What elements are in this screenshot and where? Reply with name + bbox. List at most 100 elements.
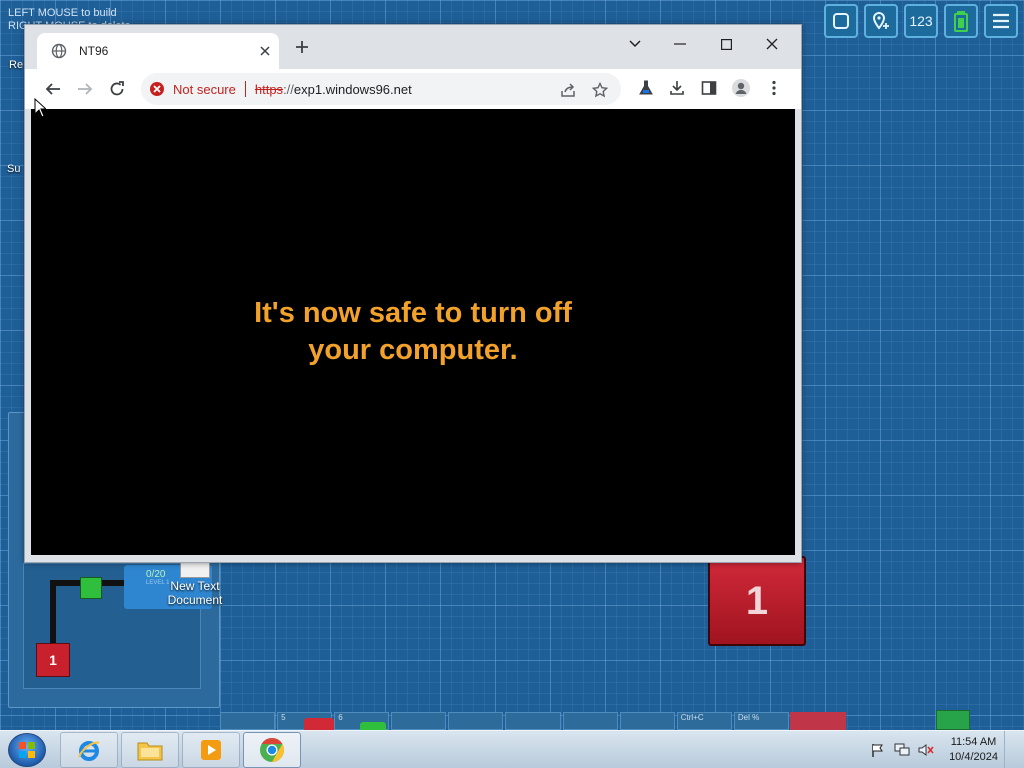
big-output-block-label: 1 [745, 578, 769, 623]
url-host: exp1.windows96.net [293, 81, 412, 97]
new-text-document-label[interactable]: New Text Document [162, 579, 228, 607]
tab-search-button[interactable] [620, 31, 650, 57]
side-panel-icon [701, 81, 717, 95]
volume-muted-icon [918, 744, 934, 756]
avatar-icon [732, 79, 750, 97]
small-output-block-label: 1 [49, 652, 57, 668]
flask-icon [639, 80, 653, 95]
battery-icon [954, 11, 968, 32]
flag-icon [872, 744, 883, 757]
network-button[interactable] [893, 741, 911, 759]
desktop-icon-label-support[interactable]: Su [7, 163, 20, 175]
maximize-icon [720, 38, 732, 50]
browser-menu-button[interactable] [763, 77, 785, 99]
desktop-icon-label-recycle[interactable]: Re [9, 59, 23, 71]
error-icon[interactable] [149, 81, 165, 97]
component-slot[interactable] [505, 712, 561, 730]
url-text[interactable]: https://exp1.windows96.net [255, 82, 412, 97]
taskbar-media-player[interactable] [182, 732, 240, 768]
plus-icon [296, 41, 308, 53]
small-output-block[interactable]: 1 [36, 643, 70, 677]
omnibox-divider [244, 81, 246, 97]
wire-vertical [50, 580, 56, 644]
kebab-menu-icon [772, 80, 776, 96]
component-slot[interactable] [391, 712, 447, 730]
shutdown-message-line-2: your computer. [308, 334, 518, 366]
url-scheme: https [254, 81, 284, 97]
downloads-button[interactable] [666, 77, 688, 99]
start-button[interactable] [8, 733, 46, 767]
action-center-button[interactable] [869, 741, 887, 759]
share-button[interactable] [559, 81, 577, 99]
taskbar-internet-explorer[interactable] [60, 732, 118, 768]
share-icon [561, 83, 575, 97]
close-window-button[interactable] [757, 31, 787, 57]
shutdown-message: It's now safe to turn off your computer. [223, 295, 603, 369]
mouse-cursor-icon [34, 98, 46, 118]
address-bar[interactable]: Not secure https://exp1.windows96.net [141, 73, 621, 105]
counter-tool-button[interactable]: 123 [904, 4, 938, 38]
browser-toolbar: Not secure https://exp1.windows96.net [25, 69, 801, 109]
close-tab-button[interactable] [257, 43, 273, 59]
reload-icon [110, 81, 124, 96]
download-icon [670, 81, 684, 95]
tab-title: NT96 [79, 44, 109, 58]
new-tab-button[interactable] [291, 37, 313, 59]
component-slot[interactable]: Ctrl+C [676, 712, 732, 730]
taskbar-file-explorer[interactable] [121, 732, 179, 768]
component-slot[interactable]: Del % [733, 712, 789, 730]
url-separator: :// [283, 81, 294, 97]
component-slot[interactable] [220, 712, 276, 730]
browser-window: NT96 Not secure https://exp1.windows96.n… [24, 24, 802, 563]
reload-button[interactable] [103, 75, 131, 103]
strip-red-component [304, 718, 334, 730]
strip-delete-slot[interactable] [790, 712, 846, 730]
tab-bar: NT96 [25, 25, 801, 69]
taskbar-chrome[interactable] [243, 732, 301, 768]
add-marker-button[interactable] [864, 4, 898, 38]
chrome-icon [260, 738, 285, 762]
tab-nt96[interactable]: NT96 [37, 33, 279, 69]
not-secure-label[interactable]: Not secure [173, 82, 236, 97]
game-toolbar: 123 [824, 4, 1018, 38]
power-tool-button[interactable] [944, 4, 978, 38]
chevron-down-icon [629, 40, 641, 48]
show-desktop-button[interactable] [1004, 731, 1016, 768]
forward-button[interactable] [71, 75, 99, 103]
strip-green-component [360, 722, 386, 730]
green-node[interactable] [80, 577, 102, 599]
select-tool-button[interactable] [824, 4, 858, 38]
component-slot[interactable] [448, 712, 504, 730]
volume-button[interactable] [917, 741, 935, 759]
labs-button[interactable] [635, 77, 657, 99]
menu-button[interactable] [984, 4, 1018, 38]
square-icon [833, 13, 849, 29]
windows-logo-icon [19, 742, 35, 758]
map-pin-plus-icon [872, 11, 889, 30]
strip-green-block[interactable] [936, 710, 970, 730]
bookmark-button[interactable] [591, 81, 609, 99]
hamburger-menu-icon [993, 13, 1009, 29]
system-tray: 11:54 AM 10/4/2024 [863, 731, 1016, 768]
counter-tool-label: 123 [909, 13, 933, 29]
close-icon [766, 38, 778, 50]
component-slot[interactable] [562, 712, 618, 730]
network-icon [894, 743, 910, 756]
clock-date: 10/4/2024 [949, 751, 998, 763]
arrow-right-icon [78, 83, 93, 95]
taskbar: 11:54 AM 10/4/2024 [0, 730, 1024, 768]
star-icon [592, 82, 608, 98]
side-panel-button[interactable] [698, 77, 720, 99]
profile-button[interactable] [730, 77, 752, 99]
page-viewport[interactable]: It's now safe to turn off your computer. [31, 109, 795, 555]
arrow-left-icon [45, 83, 60, 95]
big-output-block[interactable]: 1 [708, 556, 806, 646]
minimize-button[interactable] [665, 31, 695, 57]
media-player-icon [201, 740, 221, 760]
internet-explorer-icon [78, 741, 100, 761]
system-clock[interactable]: 11:54 AM 10/4/2024 [949, 735, 998, 765]
globe-icon [51, 43, 67, 59]
folder-icon [137, 742, 163, 761]
component-slot[interactable] [619, 712, 675, 730]
maximize-button[interactable] [711, 31, 741, 57]
